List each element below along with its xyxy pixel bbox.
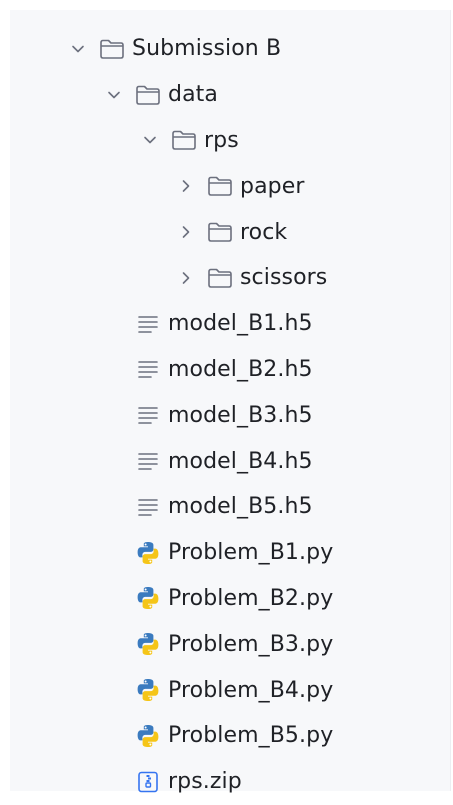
folder-icon: [206, 218, 234, 246]
chevron-right-icon[interactable]: [174, 174, 198, 198]
text-file-icon: [134, 355, 162, 383]
tree-item-label: model_B5.h5: [168, 494, 313, 520]
tree-row-model-b2-h5[interactable]: model_B2.h5: [10, 347, 450, 393]
tree-item-label: Submission B: [132, 36, 282, 62]
tree-row-model-b4-h5[interactable]: model_B4.h5: [10, 438, 450, 484]
tree-item-label: Problem_B5.py: [168, 723, 334, 749]
chevron-right-icon[interactable]: [174, 266, 198, 290]
folder-icon: [170, 126, 198, 154]
tree-row-problem-b5-py[interactable]: Problem_B5.py: [10, 713, 450, 759]
text-file-icon: [134, 493, 162, 521]
chevron-down-icon[interactable]: [66, 37, 90, 61]
project-tree-panel: Submission B data rps paper rock scissors mode…: [10, 10, 451, 794]
folder-icon: [206, 172, 234, 200]
tree-item-label: Problem_B1.py: [168, 540, 334, 566]
python-file-icon: [134, 630, 162, 658]
tree-row-model-b3-h5[interactable]: model_B3.h5: [10, 392, 450, 438]
text-file-icon: [134, 401, 162, 429]
tree-row-problem-b2-py[interactable]: Problem_B2.py: [10, 576, 450, 622]
folder-icon: [98, 35, 126, 63]
tree-row-rock[interactable]: rock: [10, 209, 450, 255]
tree-row-paper[interactable]: paper: [10, 163, 450, 209]
zip-file-icon: [134, 768, 162, 796]
tree-row-data[interactable]: data: [10, 72, 450, 118]
tree-item-label: model_B4.h5: [168, 448, 313, 474]
tree-row-submission-b[interactable]: Submission B: [10, 26, 450, 72]
tree-row-rps[interactable]: rps: [10, 118, 450, 164]
tree-row-scissors[interactable]: scissors: [10, 255, 450, 301]
tree-item-label: rps.zip: [168, 769, 242, 795]
chevron-down-icon[interactable]: [102, 83, 126, 107]
tree-item-label: Problem_B4.py: [168, 677, 334, 703]
tree-item-label: Problem_B3.py: [168, 631, 334, 657]
folder-icon: [206, 264, 234, 292]
tree-row-rps-zip[interactable]: rps.zip: [10, 759, 450, 805]
folder-icon: [134, 81, 162, 109]
tree-item-label: data: [168, 82, 218, 108]
tree-row-model-b1-h5[interactable]: model_B1.h5: [10, 301, 450, 347]
python-file-icon: [134, 722, 162, 750]
chevron-right-icon[interactable]: [174, 220, 198, 244]
tree-item-label: model_B2.h5: [168, 356, 313, 382]
chevron-down-icon[interactable]: [138, 128, 162, 152]
tree-item-label: rock: [240, 219, 288, 245]
file-tree: Submission B data rps paper rock scissors mode…: [10, 26, 450, 805]
tree-item-label: model_B1.h5: [168, 311, 313, 337]
tree-row-problem-b1-py[interactable]: Problem_B1.py: [10, 530, 450, 576]
tree-item-label: rps: [204, 127, 239, 153]
text-file-icon: [134, 447, 162, 475]
python-file-icon: [134, 676, 162, 704]
tree-item-label: model_B3.h5: [168, 402, 313, 428]
python-file-icon: [134, 539, 162, 567]
tree-row-problem-b4-py[interactable]: Problem_B4.py: [10, 667, 450, 713]
tree-item-label: paper: [240, 173, 305, 199]
tree-row-model-b5-h5[interactable]: model_B5.h5: [10, 484, 450, 530]
tree-row-problem-b3-py[interactable]: Problem_B3.py: [10, 621, 450, 667]
tree-item-label: Problem_B2.py: [168, 585, 334, 611]
text-file-icon: [134, 310, 162, 338]
python-file-icon: [134, 584, 162, 612]
tree-item-label: scissors: [240, 265, 328, 291]
